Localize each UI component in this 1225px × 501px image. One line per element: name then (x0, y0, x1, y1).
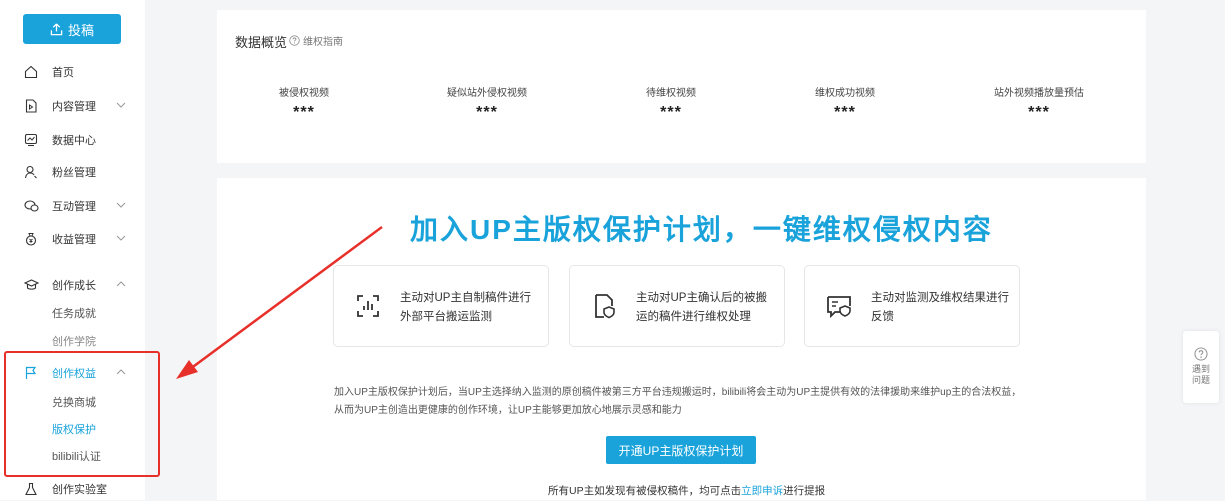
data-overview-card: 数据概览 维权指南 被侵权视频 *** 疑似站外侵权视频 *** 待维权视频 *… (217, 10, 1146, 163)
sidebar: 投稿 首页 内容管理 数据中心 粉丝管理 互动管理 收益管理 创作成长 任务成就… (0, 0, 160, 501)
file-shield-icon (595, 294, 615, 319)
question-circle-icon (1194, 347, 1208, 361)
chart-monitor-icon (357, 295, 379, 317)
sidebar-item-lab[interactable]: 创作实验室 (0, 477, 145, 501)
money-bag-icon (23, 231, 39, 247)
question-circle-icon (289, 35, 300, 46)
rights-guide-link[interactable]: 维权指南 (289, 33, 343, 48)
plan-headline: 加入UP主版权保护计划，一键维权侵权内容 (410, 214, 993, 245)
highlight-box (4, 351, 160, 477)
feature-feedback: 主动对监测及维权结果进行反馈 (804, 265, 1020, 347)
join-plan-button[interactable]: 开通UP主版权保护计划 (606, 436, 756, 464)
stat-external-plays: 站外视频播放量预估 *** (994, 88, 1084, 121)
sidebar-subitem-tasks[interactable]: 任务成就 (52, 305, 96, 323)
sidebar-subitem-academy[interactable]: 创作学院 (52, 333, 96, 351)
sidebar-item-interaction[interactable]: 互动管理 (0, 194, 145, 218)
sidebar-item-data[interactable]: 数据中心 (0, 128, 145, 152)
help-float-button[interactable]: 遇到问题 (1183, 331, 1219, 403)
feature-rights-handling: 主动对UP主确认后的被搬运的稿件进行维权处理 (569, 265, 785, 347)
appeal-note: 所有UP主如发现有被侵权稿件，均可点击立即申诉进行提报 (548, 485, 826, 497)
appeal-link[interactable]: 立即申诉 (741, 485, 783, 497)
flask-icon (23, 481, 39, 497)
message-shield-icon (827, 296, 851, 319)
chat-icon (23, 198, 39, 214)
chevron-down-icon (116, 235, 126, 241)
chart-icon (23, 132, 39, 148)
copyright-plan-card: 加入UP主版权保护计划，一键维权侵权内容 主动对UP主自制稿件进行外部平台搬运监… (217, 178, 1146, 500)
stat-pending-videos: 待维权视频 *** (646, 88, 696, 121)
stat-infringed-videos: 被侵权视频 *** (279, 88, 329, 121)
stat-success-videos: 维权成功视频 *** (815, 88, 875, 121)
post-button-label: 投稿 (67, 22, 94, 38)
post-button[interactable]: 投稿 (23, 14, 121, 44)
chevron-up-icon (116, 281, 126, 287)
chevron-down-icon (116, 102, 126, 108)
stat-suspected-videos: 疑似站外侵权视频 *** (447, 88, 527, 121)
chevron-down-icon (116, 202, 126, 208)
upload-icon (50, 22, 63, 35)
sidebar-item-income[interactable]: 收益管理 (0, 227, 145, 251)
sidebar-item-fans[interactable]: 粉丝管理 (0, 160, 145, 184)
feature-monitoring: 主动对UP主自制稿件进行外部平台搬运监测 (333, 265, 549, 347)
overview-title: 数据概览 (235, 35, 288, 50)
user-icon (23, 164, 39, 180)
sidebar-item-growth[interactable]: 创作成长 (0, 273, 145, 297)
document-icon (23, 98, 39, 114)
sidebar-item-home[interactable]: 首页 (0, 60, 145, 84)
graduation-cap-icon (23, 277, 39, 293)
sidebar-item-content[interactable]: 内容管理 (0, 94, 145, 118)
plan-description: 加入UP主版权保护计划后，当UP主选择纳入监测的原创稿件被第三方平台违规搬运时，… (334, 387, 1022, 416)
home-icon (23, 64, 39, 80)
